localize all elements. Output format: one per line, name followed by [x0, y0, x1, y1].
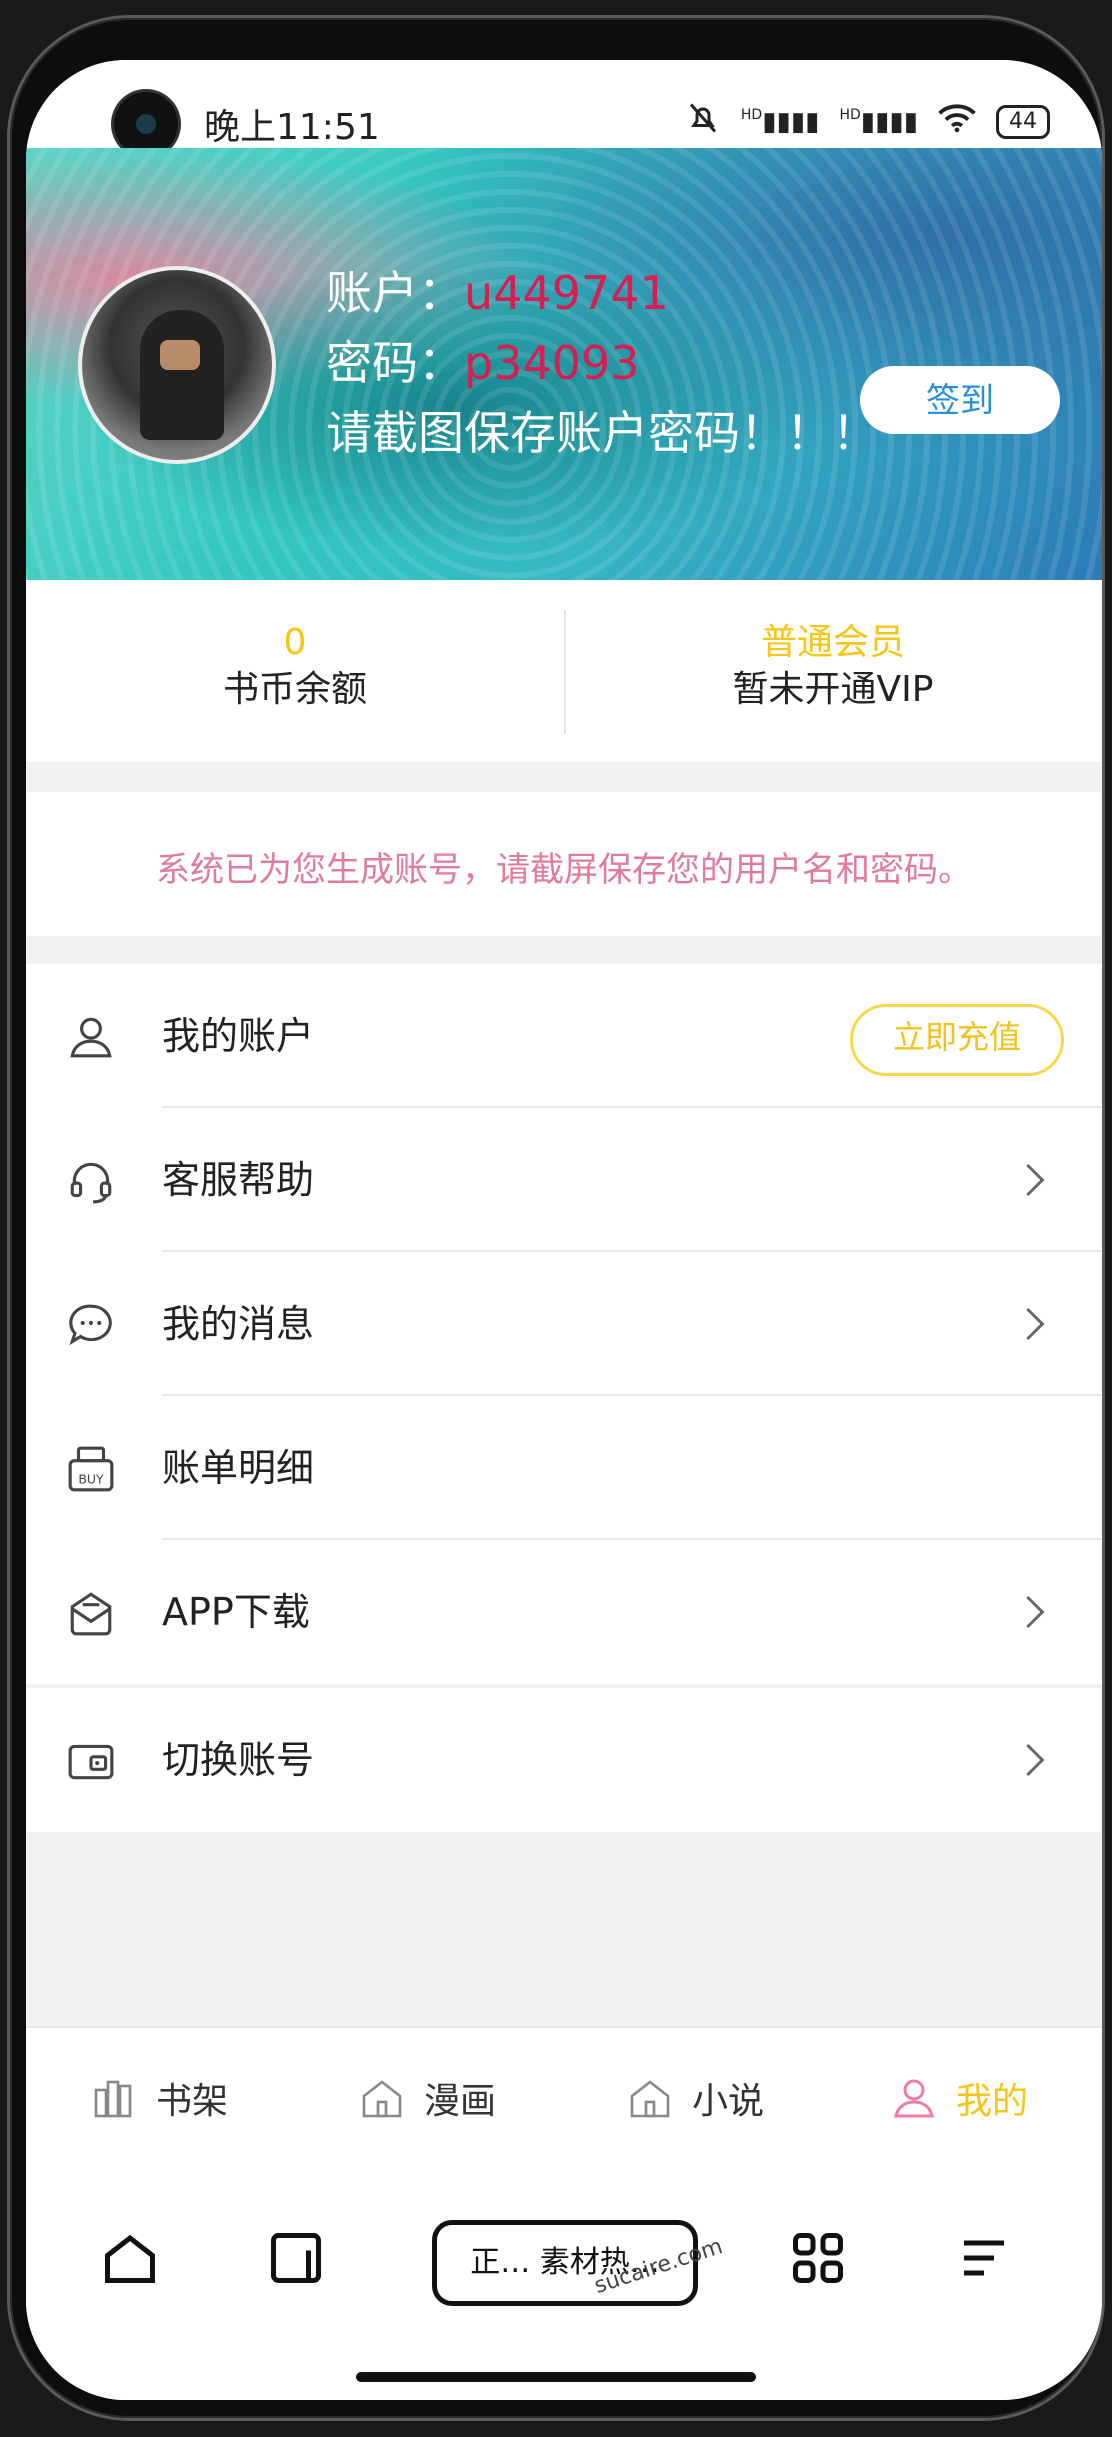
member-level: 普通会员 — [760, 622, 905, 663]
coin-balance[interactable]: 0 书币余额 — [26, 580, 564, 762]
notice-text: 系统已为您生成账号，请截屏保存您的用户名和密码。 — [156, 850, 972, 890]
chevron-right-icon — [1026, 1163, 1045, 1197]
password-label: 密码： — [326, 336, 464, 390]
svg-text:BUY: BUY — [78, 1472, 104, 1487]
chevron-right-icon — [1026, 1307, 1045, 1341]
status-bar: 晚上11:51 HD▮▮▮▮ HD▮▮▮▮ 44 — [26, 60, 1102, 156]
save-tip: 请截图保存账户密码！！！ — [326, 406, 878, 460]
buy-bill-icon: BUY — [68, 1446, 114, 1492]
menu-label: 我的消息 — [162, 1302, 315, 1346]
avatar[interactable] — [78, 266, 276, 464]
tab-label: 书架 — [156, 2081, 229, 2122]
tab-label: 我的 — [956, 2081, 1029, 2122]
user-icon — [894, 2079, 934, 2118]
tab-comics[interactable]: 漫画 — [358, 2068, 496, 2128]
coin-balance-value: 0 — [283, 622, 307, 663]
account-label: 账户： — [326, 266, 464, 320]
menu-label: APP下载 — [162, 1590, 310, 1634]
menu-item-customer-service[interactable]: 客服帮助 — [26, 1108, 1102, 1252]
download-icon — [70, 1592, 112, 1636]
wifi-icon — [938, 103, 976, 140]
app-tab-bar: 书架 漫画 小说 我的 — [26, 2026, 1102, 2168]
tabs-icon[interactable] — [266, 2228, 326, 2288]
account-value: u449741 — [464, 266, 669, 320]
menu-item-switch-account[interactable]: 切换账号 — [26, 1688, 1102, 1832]
chevron-right-icon — [1026, 1743, 1045, 1777]
house-icon — [630, 2080, 670, 2118]
coin-balance-label: 书币余额 — [222, 669, 367, 710]
profile-header: 账户：u449741 密码：p34093 请截图保存账户密码！！！ 签到 — [26, 148, 1102, 580]
chat-icon — [69, 1304, 112, 1346]
mute-bell-icon — [685, 100, 721, 143]
menu-label: 我的账户 — [162, 1014, 315, 1058]
wallet-icon — [68, 1744, 114, 1780]
home-indicator[interactable] — [356, 2372, 756, 2382]
user-icon — [70, 1017, 112, 1058]
menu-item-my-messages[interactable]: 我的消息 — [26, 1252, 1102, 1396]
signal-icon-2: HD▮▮▮▮ — [839, 106, 918, 137]
account-row: 账户：u449741 — [326, 258, 878, 328]
recharge-button[interactable]: 立即充值 — [850, 1004, 1064, 1076]
vip-status: 暂未开通VIP — [732, 669, 934, 710]
chevron-right-icon — [1026, 1595, 1045, 1629]
tab-novels[interactable]: 小说 — [626, 2068, 764, 2128]
stats-divider — [564, 610, 566, 734]
menu-item-my-account[interactable]: 我的账户 立即充值 — [26, 964, 1102, 1108]
password-value: p34093 — [464, 336, 640, 390]
menu-label: 切换账号 — [162, 1738, 315, 1782]
screen: 晚上11:51 HD▮▮▮▮ HD▮▮▮▮ 44 账户：u449741 密码：p… — [26, 60, 1102, 2400]
house-icon — [362, 2080, 402, 2118]
home-icon[interactable] — [100, 2228, 160, 2288]
menu-list-secondary: 切换账号 — [26, 1688, 1102, 1832]
membership-status[interactable]: 普通会员 暂未开通VIP — [564, 580, 1102, 762]
tab-bookshelf[interactable]: 书架 — [90, 2068, 228, 2128]
battery-indicator: 44 — [996, 104, 1050, 139]
password-row: 密码：p34093 — [326, 328, 878, 398]
menu-lines-icon[interactable] — [954, 2228, 1014, 2288]
front-camera — [114, 92, 178, 156]
tab-mine[interactable]: 我的 — [890, 2068, 1028, 2128]
bookshelf-icon — [94, 2080, 132, 2118]
browser-toolbar: 正… 素材热… sucaire.com — [26, 2166, 1102, 2400]
stats-panel: 0 书币余额 普通会员 暂未开通VIP — [26, 580, 1102, 762]
phone-frame: 晚上11:51 HD▮▮▮▮ HD▮▮▮▮ 44 账户：u449741 密码：p… — [10, 18, 1102, 2418]
signal-icon: HD▮▮▮▮ — [740, 106, 820, 137]
account-info: 账户：u449741 密码：p34093 请截图保存账户密码！！！ — [326, 258, 878, 468]
signin-button[interactable]: 签到 — [860, 366, 1060, 434]
menu-label: 账单明细 — [162, 1446, 315, 1490]
menu-list: 我的账户 立即充值 客服帮助 我的消息 BUY 账单明细 APP下载 — [26, 964, 1102, 1684]
grid-menu-icon[interactable] — [788, 2228, 848, 2288]
tab-label: 小说 — [692, 2081, 765, 2122]
tab-label: 漫画 — [424, 2081, 497, 2122]
menu-label: 客服帮助 — [162, 1158, 315, 1202]
status-time: 晚上11:51 — [204, 107, 380, 148]
account-notice: 系统已为您生成账号，请截屏保存您的用户名和密码。 — [26, 792, 1102, 936]
menu-item-bill-details[interactable]: BUY 账单明细 — [26, 1396, 1102, 1540]
headset-icon — [70, 1162, 112, 1204]
status-icons: HD▮▮▮▮ HD▮▮▮▮ 44 — [685, 100, 1050, 143]
menu-item-app-download[interactable]: APP下载 — [26, 1540, 1102, 1684]
